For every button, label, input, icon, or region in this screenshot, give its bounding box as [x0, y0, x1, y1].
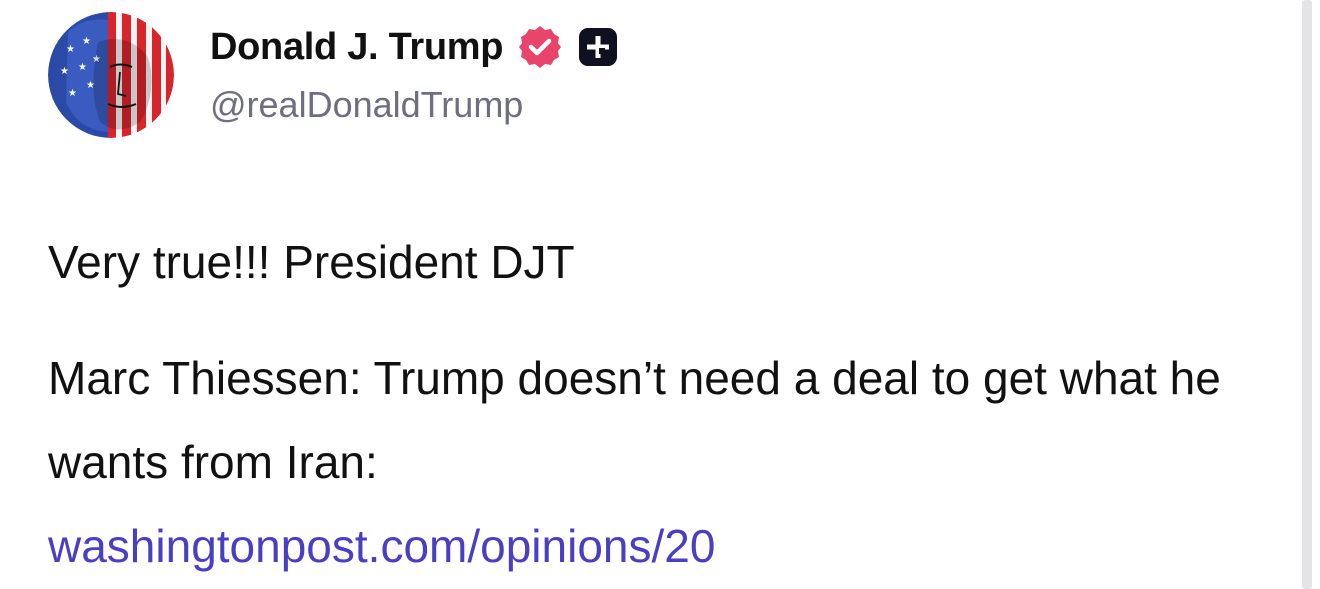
svg-text:★: ★ [78, 62, 87, 73]
post-body: Very true!!! President DJT Marc Thiessen… [48, 220, 1278, 588]
post-quote-text: Marc Thiessen: Trump doesn’t need a deal… [48, 352, 1221, 488]
post-card: ★ ★ ★ ★ ★ ★ ★ Donald J. Trump @realDonal… [0, 0, 1300, 589]
author-display-name[interactable]: Donald J. Trump [210, 26, 504, 69]
svg-text:★: ★ [60, 66, 69, 77]
author-handle[interactable]: @realDonaldTrump [210, 84, 523, 126]
plus-badge-icon [575, 24, 621, 70]
avatar-image: ★ ★ ★ ★ ★ ★ ★ [48, 12, 174, 138]
verified-badge-icon [517, 24, 563, 70]
svg-text:★: ★ [66, 44, 75, 55]
post-text-line: Very true!!! President DJT [48, 236, 575, 288]
scrollbar[interactable] [1302, 0, 1312, 589]
svg-text:★: ★ [68, 88, 77, 99]
svg-text:★: ★ [82, 36, 91, 47]
author-name-row: Donald J. Trump [210, 22, 621, 72]
article-link[interactable]: washingtonpost.com/opinions/20 [48, 520, 715, 572]
avatar[interactable]: ★ ★ ★ ★ ★ ★ ★ [48, 12, 174, 138]
